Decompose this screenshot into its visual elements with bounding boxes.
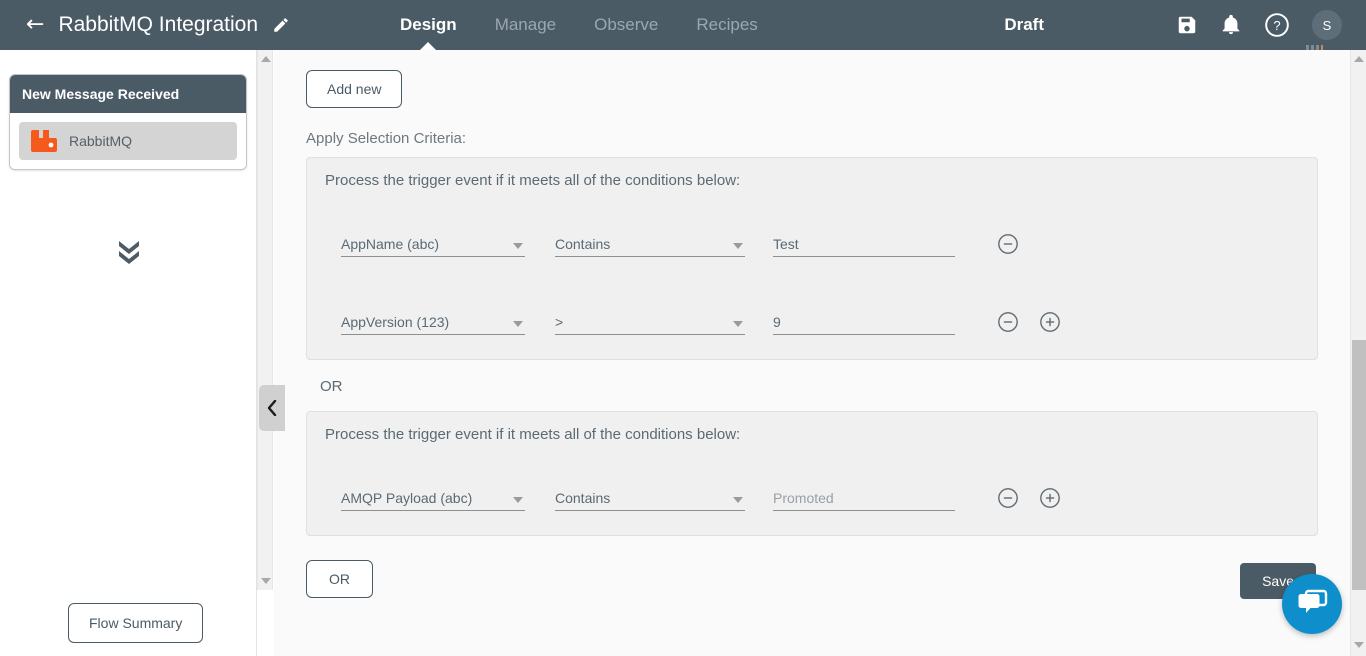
- selection-criteria-label: Apply Selection Criteria:: [306, 130, 467, 147]
- scroll-down-arrow-icon[interactable]: [258, 574, 274, 588]
- value-text: Test: [773, 235, 799, 252]
- sidebar-collapse-handle[interactable]: [259, 385, 285, 431]
- value-text: 9: [773, 313, 781, 330]
- flow-sidebar: New Message Received RabbitMQ Flow Summa…: [0, 50, 257, 656]
- value-input[interactable]: Promoted: [773, 485, 955, 511]
- operator-select[interactable]: Contains: [555, 231, 745, 257]
- remove-condition-button[interactable]: [997, 311, 1019, 333]
- row-actions: [997, 233, 1019, 255]
- criteria-group-title: Process the trigger event if it meets al…: [325, 172, 741, 189]
- remove-condition-button[interactable]: [997, 487, 1019, 509]
- main-content: Add new Apply Selection Criteria: Proces…: [274, 50, 1350, 656]
- status-badge: Draft: [1004, 15, 1044, 34]
- trigger-node-title: New Message Received: [10, 75, 246, 113]
- attribute-select[interactable]: AMQP Payload (abc): [341, 485, 525, 511]
- row-actions: [997, 311, 1061, 333]
- operator-value: >: [555, 313, 564, 330]
- double-chevron-down-icon[interactable]: [0, 238, 257, 264]
- value-input[interactable]: Test: [773, 231, 955, 257]
- attribute-value: AMQP Payload (abc): [341, 489, 473, 506]
- node-item-rabbitmq[interactable]: RabbitMQ: [19, 122, 237, 160]
- node-item-label: RabbitMQ: [69, 133, 133, 149]
- operator-select[interactable]: >: [555, 309, 745, 335]
- tab-observe[interactable]: Observe: [594, 0, 658, 50]
- add-or-group-button[interactable]: OR: [306, 560, 373, 598]
- value-input[interactable]: 9: [773, 309, 955, 335]
- header-right-group: Draft ? S: [1004, 10, 1366, 40]
- or-separator-label: OR: [320, 378, 343, 395]
- chevron-down-icon: [513, 497, 523, 503]
- header-tabs: Design Manage Observe Recipes: [400, 0, 758, 50]
- add-condition-button[interactable]: [1039, 487, 1061, 509]
- scroll-down-arrow-icon[interactable]: [1351, 638, 1366, 652]
- chevron-down-icon: [513, 321, 523, 327]
- add-new-button[interactable]: Add new: [306, 70, 403, 108]
- trigger-node-body: RabbitMQ: [10, 113, 246, 169]
- value-text: Promoted: [773, 489, 834, 506]
- criteria-editor: Add new Apply Selection Criteria: Proces…: [274, 50, 1350, 598]
- condition-row: AppName (abc) Contains Test: [325, 213, 1299, 257]
- or-button-wrapper: OR: [306, 560, 1318, 598]
- attribute-value: AppName (abc): [341, 235, 440, 252]
- criteria-group-title: Process the trigger event if it meets al…: [325, 426, 741, 443]
- bell-icon[interactable]: [1220, 14, 1242, 36]
- chevron-down-icon: [513, 243, 523, 249]
- back-arrow-icon[interactable]: ←: [26, 14, 44, 36]
- scroll-up-arrow-icon[interactable]: [258, 52, 274, 66]
- main-scrollbar[interactable]: [1350, 50, 1366, 656]
- chevron-down-icon: [733, 243, 743, 249]
- criteria-group: Process the trigger event if it meets al…: [306, 157, 1318, 360]
- operator-value: Contains: [555, 489, 611, 506]
- save-floppy-icon[interactable]: [1176, 14, 1198, 36]
- avatar[interactable]: S: [1312, 10, 1342, 40]
- add-condition-button[interactable]: [1039, 311, 1061, 333]
- tab-design[interactable]: Design: [400, 0, 457, 50]
- help-circle-icon[interactable]: ?: [1264, 12, 1290, 38]
- pencil-icon[interactable]: [272, 16, 290, 34]
- rabbitmq-logo-icon: [31, 130, 57, 152]
- attribute-select[interactable]: AppVersion (123): [341, 309, 525, 335]
- operator-value: Contains: [555, 235, 611, 252]
- attribute-select[interactable]: AppName (abc): [341, 231, 525, 257]
- sidebar-scrollbar[interactable]: [257, 50, 273, 590]
- tab-recipes[interactable]: Recipes: [696, 0, 757, 50]
- svg-text:?: ?: [1273, 18, 1280, 33]
- chevron-down-icon: [733, 321, 743, 327]
- chat-bubbles-icon[interactable]: [1282, 574, 1342, 634]
- row-actions: [997, 487, 1061, 509]
- condition-row: AppVersion (123) > 9: [325, 291, 1299, 335]
- trigger-node-card[interactable]: New Message Received RabbitMQ: [9, 74, 247, 170]
- page-title: RabbitMQ Integration: [58, 13, 259, 36]
- scroll-up-arrow-icon[interactable]: [1351, 52, 1366, 66]
- tab-manage[interactable]: Manage: [495, 0, 556, 50]
- remove-condition-button[interactable]: [997, 233, 1019, 255]
- attribute-value: AppVersion (123): [341, 313, 450, 330]
- app-header: ← RabbitMQ Integration Design Manage Obs…: [0, 0, 1366, 50]
- flow-summary-button[interactable]: Flow Summary: [68, 603, 204, 643]
- header-left-group: ← RabbitMQ Integration: [0, 13, 400, 37]
- criteria-group: Process the trigger event if it meets al…: [306, 411, 1318, 536]
- operator-select[interactable]: Contains: [555, 485, 745, 511]
- chevron-down-icon: [733, 497, 743, 503]
- condition-row: AMQP Payload (abc) Contains Promoted: [325, 467, 1299, 511]
- app-root: ← RabbitMQ Integration Design Manage Obs…: [0, 0, 1366, 656]
- scrollbar-thumb[interactable]: [1352, 340, 1366, 590]
